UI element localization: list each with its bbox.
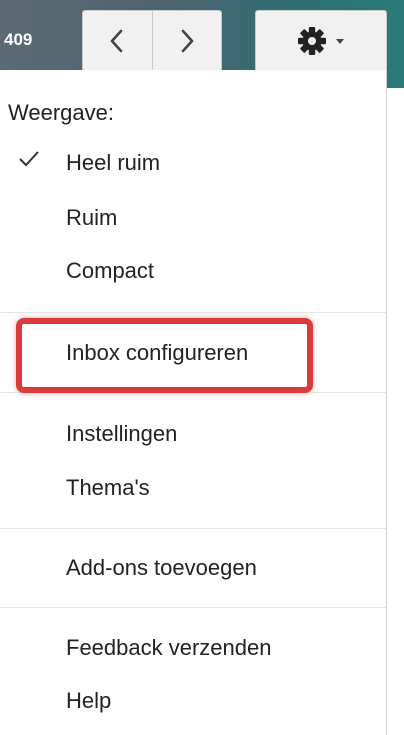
menu-item-themes[interactable]: Thema's bbox=[66, 475, 150, 501]
divider bbox=[0, 607, 386, 608]
older-button[interactable] bbox=[151, 11, 222, 71]
caret-down-icon bbox=[336, 39, 344, 44]
newer-button[interactable] bbox=[83, 11, 152, 71]
density-ruim[interactable]: Ruim bbox=[66, 205, 117, 231]
menu-item-help[interactable]: Help bbox=[66, 688, 111, 714]
menu-item-settings[interactable]: Instellingen bbox=[66, 421, 177, 447]
density-compact[interactable]: Compact bbox=[66, 258, 154, 284]
gear-icon bbox=[298, 27, 326, 55]
pagination-group bbox=[82, 10, 222, 72]
menu-item-configure-inbox[interactable]: Inbox configureren bbox=[66, 340, 248, 366]
menu-item-add-ons[interactable]: Add-ons toevoegen bbox=[66, 555, 257, 581]
density-heel-ruim[interactable]: Heel ruim bbox=[66, 150, 160, 176]
settings-dropdown-menu: Weergave: Heel ruim Ruim Compact Inbox c… bbox=[0, 70, 387, 735]
checkmark-icon bbox=[19, 151, 39, 167]
divider bbox=[0, 528, 386, 529]
divider bbox=[0, 392, 386, 393]
message-count: 409 bbox=[4, 30, 33, 49]
chevron-right-icon bbox=[181, 29, 194, 53]
menu-item-feedback[interactable]: Feedback verzenden bbox=[66, 635, 271, 661]
screenshot: 409 Weergave: Heel ruim Ruim Compact Inb… bbox=[0, 0, 404, 735]
settings-button[interactable] bbox=[255, 10, 387, 71]
density-header: Weergave: bbox=[8, 100, 114, 125]
divider bbox=[0, 312, 386, 313]
chevron-left-icon bbox=[110, 29, 123, 53]
